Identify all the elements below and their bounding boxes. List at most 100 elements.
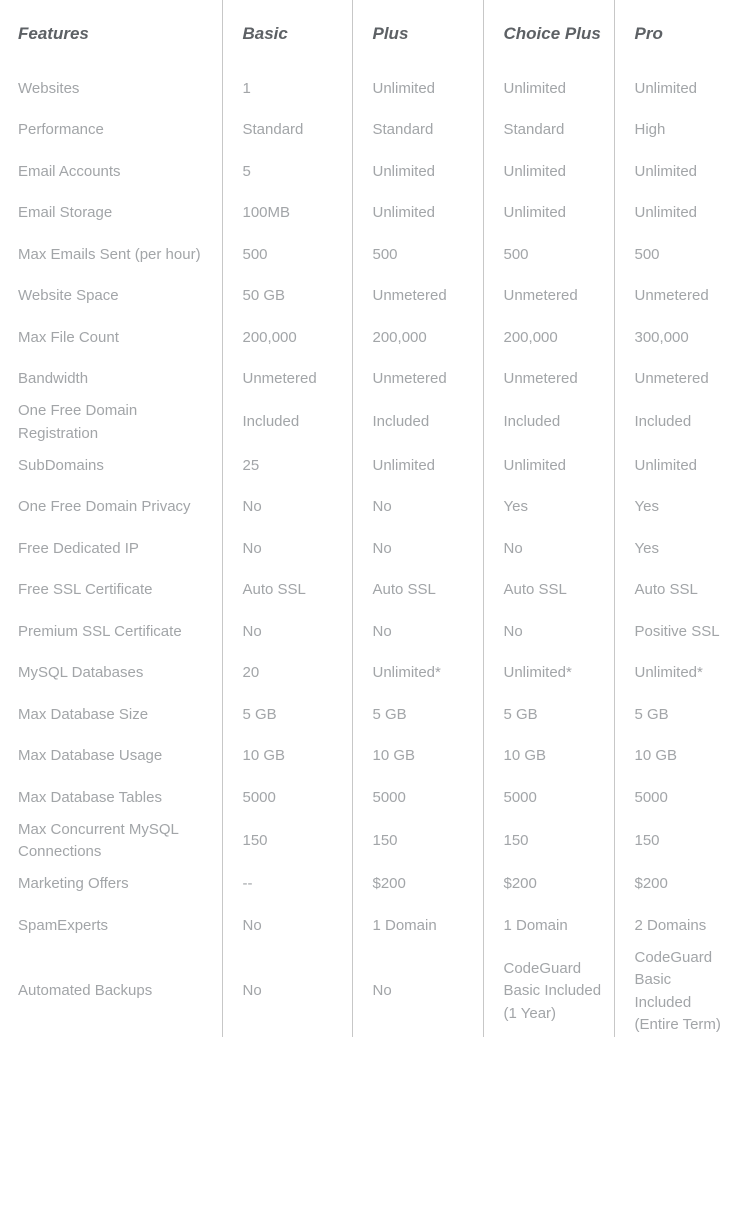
table-row: Max File Count 200,000 200,000 200,000 300,0… (0, 317, 730, 359)
feature-name-label: Performance (18, 121, 104, 138)
feature-value-label: 500 (372, 245, 398, 263)
feature-value-label: Standard (242, 121, 304, 138)
feature-name-label: One Free Domain Privacy (18, 498, 191, 515)
feature-value-label: Unlimited (503, 204, 567, 221)
feature-value-label: 1 (242, 79, 251, 97)
feature-name-cell: Premium SSL Certificate (0, 611, 222, 653)
feature-value-cell-pro: Unlimited (613, 68, 730, 110)
feature-name-cell: Automated Backups (0, 947, 222, 1037)
feature-value-cell-choice-plus: 500 (482, 234, 614, 276)
feature-name-cell: Free SSL Certificate (0, 570, 222, 612)
feature-value-cell-basic: 100MB (221, 192, 352, 234)
feature-name-label: Premium SSL Certificate (18, 622, 182, 640)
feature-value-label: No (503, 622, 523, 640)
feature-value-cell-basic: 5000 (221, 777, 352, 819)
feature-value-cell-choice-plus: CodeGuard Basic Included (1 Year) (482, 946, 614, 1037)
feature-value-label: Positive SSL (634, 622, 720, 640)
feature-name-label: SubDomains (18, 456, 104, 474)
feature-name-label: Websites (18, 79, 80, 97)
feature-value-cell-basic: 5 (221, 151, 352, 193)
feature-value-label: 150 (242, 831, 268, 849)
feature-value-label: Unlimited (634, 79, 698, 97)
feature-value-cell-basic: No (221, 528, 352, 570)
feature-value-cell-plus: 5 GB (351, 694, 483, 736)
table-row: One Free Domain Registration Included Incl… (0, 400, 730, 445)
feature-value-label: Unmetered (503, 370, 578, 387)
table-row: Max Concurrent MySQL Connections 150 150 15… (0, 818, 730, 864)
table-row: SpamExperts No 1 Domain 1 Domain 2 Domains (0, 905, 730, 947)
feature-value-label: 20 (242, 664, 260, 681)
feature-name-label: Max File Count (18, 328, 119, 346)
feature-value-label: No (242, 982, 262, 1000)
table-row: One Free Domain Privacy No No Yes Yes (0, 486, 730, 528)
feature-value-cell-choice-plus: Included (482, 400, 614, 445)
feature-value-label: 500 (634, 245, 660, 263)
column-header-plus: Plus (351, 0, 483, 68)
feature-value-label: Auto SSL (372, 581, 436, 598)
feature-value-label: No (372, 982, 392, 1000)
feature-value-cell-plus: Unlimited (351, 445, 483, 487)
feature-value-label: Unlimited (634, 456, 698, 474)
feature-value-label: Auto SSL (242, 581, 306, 598)
table-row: Free SSL Certificate Auto SSL Auto SSL Auto… (0, 569, 730, 612)
feature-name-label: Free Dedicated IP (18, 539, 139, 557)
table-row: Bandwidth Unmetered Unmetered Unmetered Unme… (0, 358, 730, 400)
feature-value-label: 10 GB (372, 747, 416, 764)
table-row: Automated Backups No No CodeGuard Basic Inc… (0, 946, 730, 1037)
feature-value-label: Included (372, 413, 430, 431)
feature-value-cell-pro: Unmetered (613, 358, 730, 400)
feature-name-label: Max Concurrent MySQL Connections (18, 820, 179, 861)
feature-value-cell-choice-plus: Unlimited (482, 192, 614, 234)
feature-value-label: Standard (503, 121, 565, 138)
feature-value-cell-choice-plus: 150 (482, 818, 614, 864)
feature-value-cell-pro: Auto SSL (613, 569, 730, 611)
feature-value-cell-choice-plus: 5000 (482, 777, 614, 819)
table-row: Premium SSL Certificate No No No Positive SS… (0, 611, 730, 653)
feature-value-label: Unmetered (503, 287, 578, 304)
feature-value-cell-plus: Standard (351, 109, 483, 151)
column-header-choice-plus: Choice Plus (482, 0, 614, 68)
feature-value-cell-plus: Auto SSL (351, 569, 483, 611)
feature-value-label: Auto SSL (503, 581, 567, 598)
feature-value-cell-choice-plus: Unlimited (482, 445, 614, 487)
feature-value-cell-basic: 50 GB (221, 275, 352, 317)
feature-value-label: 100MB (242, 204, 291, 221)
plan-comparison-table: Features Basic Plus Choice Plus Pro Webs… (0, 0, 730, 1037)
table-row: Email Storage 100MB Unlimited Unlimited Unli… (0, 192, 730, 235)
feature-value-cell-plus: 5000 (351, 777, 483, 819)
feature-value-cell-basic: 500 (221, 234, 352, 276)
feature-name-label: Website Space (18, 287, 119, 304)
feature-value-cell-choice-plus: Unlimited (482, 151, 614, 193)
feature-value-cell-pro: 5000 (613, 777, 730, 819)
feature-value-label: No (503, 539, 523, 557)
feature-value-cell-plus: 1 Domain (351, 905, 483, 947)
feature-value-cell-plus: No (351, 486, 483, 528)
feature-name-label: Max Database Tables (18, 788, 162, 806)
feature-value-label: Unlimited (503, 79, 567, 97)
table-row: Max Database Tables 5000 5000 5000 5000 (0, 777, 730, 819)
feature-value-label: CodeGuard Basic Included (1 Year) (503, 959, 602, 1022)
feature-value-cell-pro: 10 GB (613, 735, 730, 777)
feature-value-label: Unlimited* (634, 664, 703, 681)
feature-value-label: Included (503, 413, 561, 431)
table-row: Marketing Offers -- $200 $200 $200 (0, 863, 730, 905)
feature-value-cell-basic: No (221, 486, 352, 528)
column-header-basic: Basic (221, 0, 352, 68)
feature-value-label: 200,000 (503, 328, 558, 346)
feature-value-label: Unlimited (503, 162, 567, 180)
feature-value-label: Unlimited* (372, 664, 441, 681)
feature-value-label: 5000 (634, 788, 668, 806)
feature-value-cell-choice-plus: Yes (482, 486, 614, 528)
feature-value-label: Unlimited (372, 162, 436, 180)
feature-name-cell: Max Database Tables (0, 777, 222, 819)
feature-value-cell-plus: 500 (351, 234, 483, 276)
feature-value-label: No (372, 498, 392, 515)
feature-name-label: Email Accounts (18, 162, 121, 180)
feature-value-label: 150 (634, 831, 660, 849)
feature-value-cell-choice-plus: 10 GB (482, 735, 614, 777)
feature-value-cell-plus: 10 GB (351, 735, 483, 777)
feature-value-cell-pro: Unmetered (613, 275, 730, 317)
feature-value-cell-basic: Included (221, 400, 352, 445)
feature-name-cell: Email Storage (0, 193, 222, 235)
feature-value-label: 2 Domains (634, 916, 707, 934)
